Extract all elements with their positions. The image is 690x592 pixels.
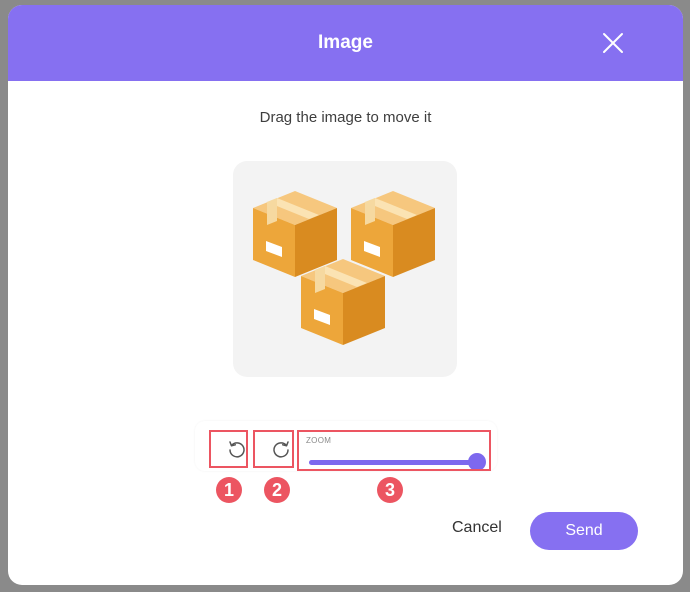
highlight-box-1 [209, 430, 248, 468]
dialog-title: Image [318, 32, 373, 53]
close-icon[interactable] [601, 31, 625, 55]
image-dialog: Image Drag the image to move it ZOOM 1 2… [8, 5, 683, 585]
cancel-button[interactable]: Cancel [452, 519, 502, 537]
image-preview[interactable] [233, 161, 457, 377]
annotation-badge-3: 3 [377, 477, 403, 503]
drag-instruction: Drag the image to move it [259, 109, 432, 126]
annotation-badge-2: 2 [264, 477, 290, 503]
annotation-badge-1: 1 [216, 477, 242, 503]
boxes-image [253, 191, 435, 345]
send-button[interactable]: Send [530, 512, 638, 550]
highlight-box-3 [297, 430, 491, 471]
dialog-header: Image [8, 5, 683, 81]
highlight-box-2 [253, 430, 294, 468]
